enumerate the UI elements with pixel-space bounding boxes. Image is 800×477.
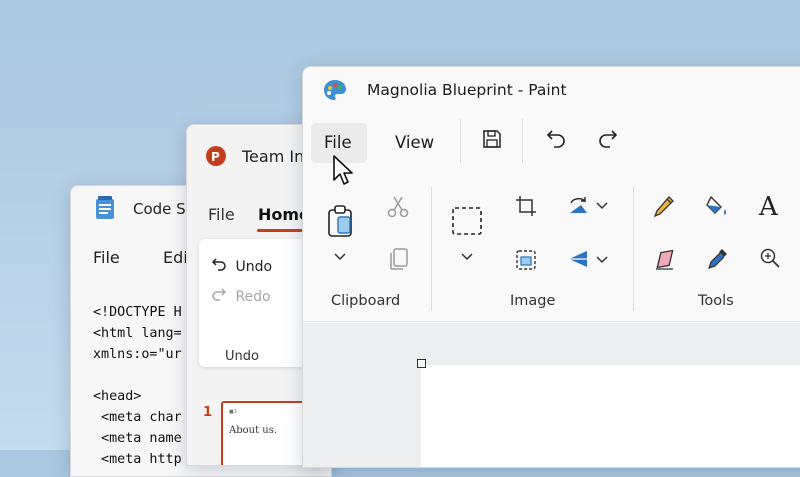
drawing-canvas[interactable] [421, 365, 800, 467]
chevron-down-icon[interactable] [460, 247, 474, 266]
group-divider [431, 187, 432, 311]
group-label: Undo [225, 349, 259, 364]
notepad-icon [95, 196, 115, 224]
code-text[interactable]: <!DOCTYPE H <html lang= xmlns:o="ur <head>… [93, 302, 182, 470]
svg-text:P: P [211, 150, 220, 164]
paint-window[interactable]: Magnolia Blueprint - Paint File View Cli… [302, 66, 800, 468]
magnifier-icon[interactable] [759, 247, 781, 273]
clipboard-group-label: Clipboard [331, 293, 401, 309]
undo-label: Undo [235, 259, 273, 275]
slide-number: 1 [203, 405, 213, 420]
window-title: Code Si [133, 200, 190, 218]
crop-icon[interactable] [515, 195, 537, 221]
image-group-label: Image [510, 293, 556, 309]
window-title: Team In [242, 147, 305, 166]
paste-icon[interactable] [327, 205, 353, 241]
toolbar-divider [460, 119, 461, 163]
flip-icon[interactable] [567, 247, 611, 275]
fill-icon[interactable] [705, 193, 729, 223]
menu-file[interactable]: File [93, 248, 120, 267]
pencil-icon[interactable] [653, 195, 675, 223]
mouse-cursor-icon [332, 154, 356, 192]
rotate-icon[interactable] [567, 195, 611, 221]
slide-logo-text: ■1 [229, 409, 237, 415]
undo-icon[interactable] [545, 128, 567, 154]
menu-file[interactable]: File [324, 133, 352, 152]
powerpoint-icon: P [205, 145, 227, 171]
save-icon[interactable] [481, 128, 503, 154]
tools-group-label: Tools [698, 293, 734, 309]
slide-title: About us. [229, 425, 278, 436]
menu-edit[interactable]: Edi [163, 248, 188, 267]
tab-file[interactable]: File [208, 205, 235, 224]
undo-button[interactable]: Undo [211, 257, 272, 275]
toolbar-divider [522, 119, 523, 163]
eraser-icon[interactable] [653, 249, 677, 275]
paint-palette-icon [323, 79, 347, 105]
redo-button[interactable]: Redo [211, 287, 271, 305]
canvas-resize-handle[interactable] [417, 359, 426, 368]
redo-icon[interactable] [597, 128, 619, 154]
copy-icon[interactable] [389, 247, 409, 275]
color-picker-icon[interactable] [707, 247, 729, 275]
group-divider [633, 187, 634, 311]
resize-icon[interactable] [515, 249, 537, 275]
redo-icon [211, 288, 227, 305]
select-icon[interactable] [451, 206, 483, 240]
window-title: Magnolia Blueprint - Paint [367, 81, 567, 99]
redo-label: Redo [235, 289, 271, 305]
scissors-icon[interactable] [387, 195, 409, 223]
menu-view[interactable]: View [395, 133, 434, 152]
text-icon[interactable]: A [759, 192, 778, 222]
undo-icon [211, 258, 227, 275]
chevron-down-icon[interactable] [333, 247, 347, 266]
